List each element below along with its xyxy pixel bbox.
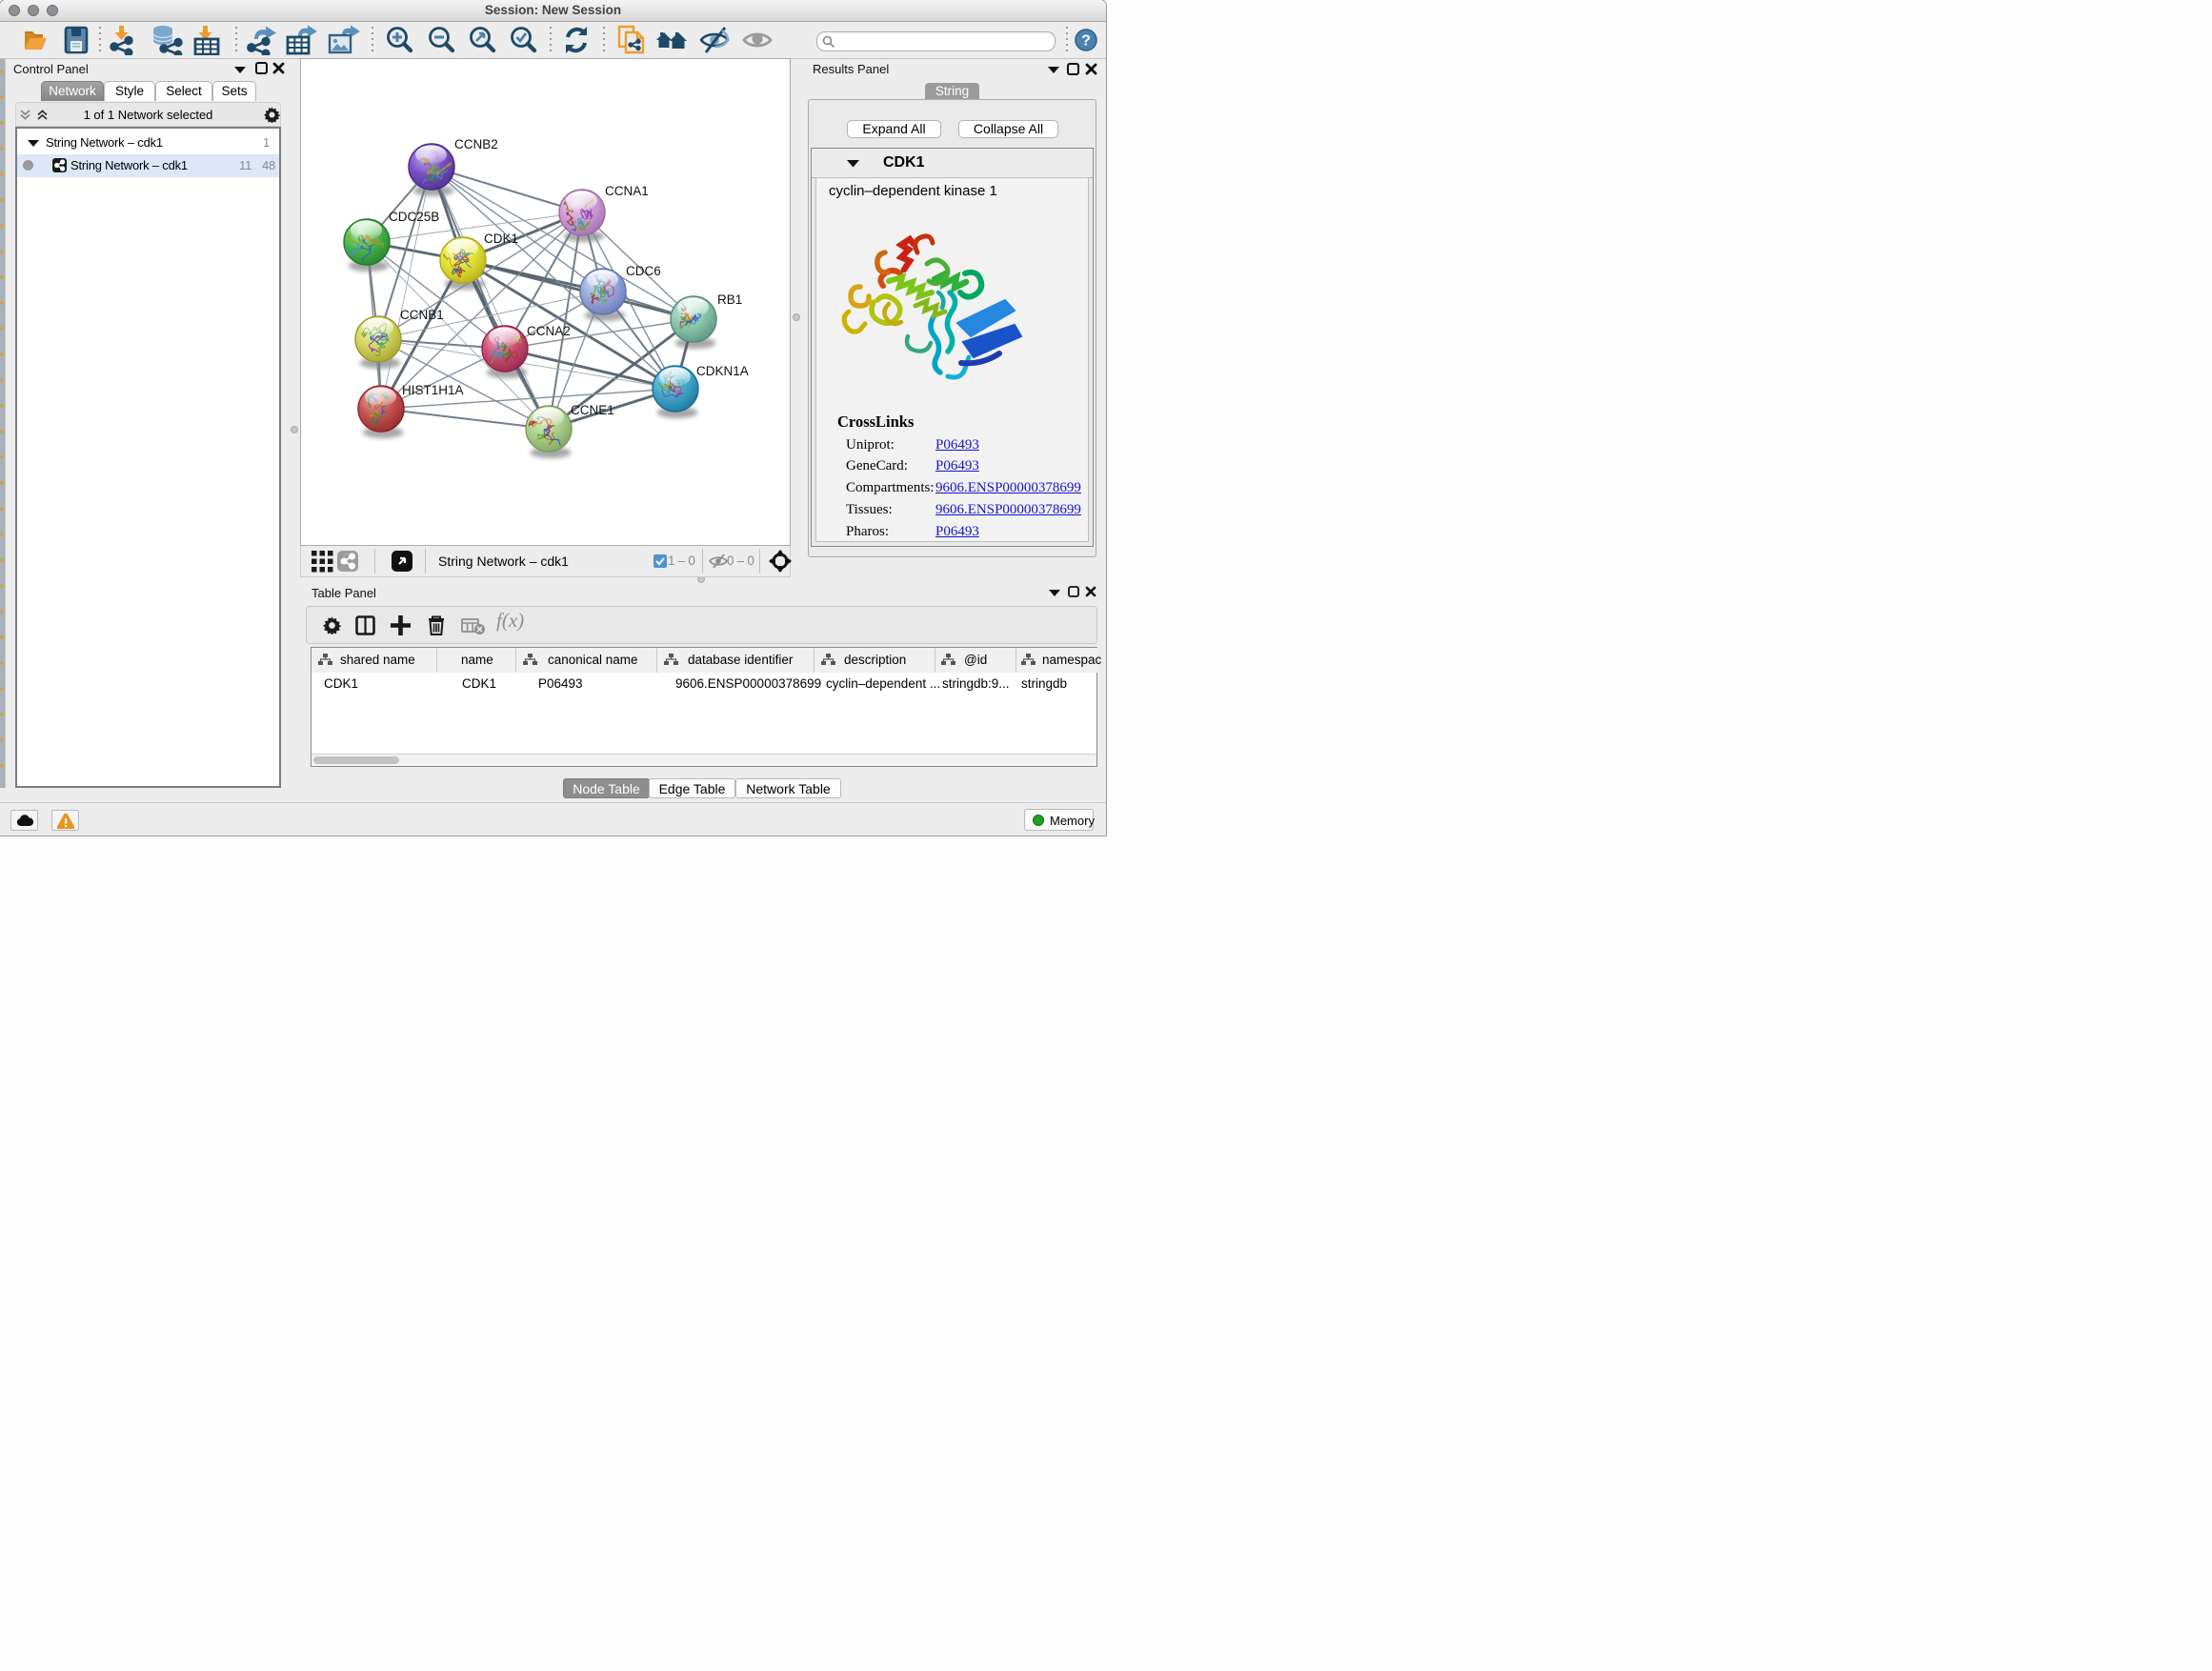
svg-text:?: ? [1081,33,1091,50]
svg-text:CDC6: CDC6 [626,264,661,278]
svg-text:CDKN1A: CDKN1A [696,364,749,378]
svg-text:CCNB2: CCNB2 [454,137,498,151]
svg-text:CDK1: CDK1 [484,232,518,246]
svg-text:CCNA2: CCNA2 [527,324,571,338]
svg-text:HIST1H1A: HIST1H1A [402,383,464,397]
svg-text:CDC25B: CDC25B [389,210,439,224]
svg-text:CCNB1: CCNB1 [400,308,444,322]
svg-text:CCNA1: CCNA1 [605,184,649,198]
svg-text:CCNE1: CCNE1 [571,403,614,417]
svg-text:RB1: RB1 [717,292,742,307]
